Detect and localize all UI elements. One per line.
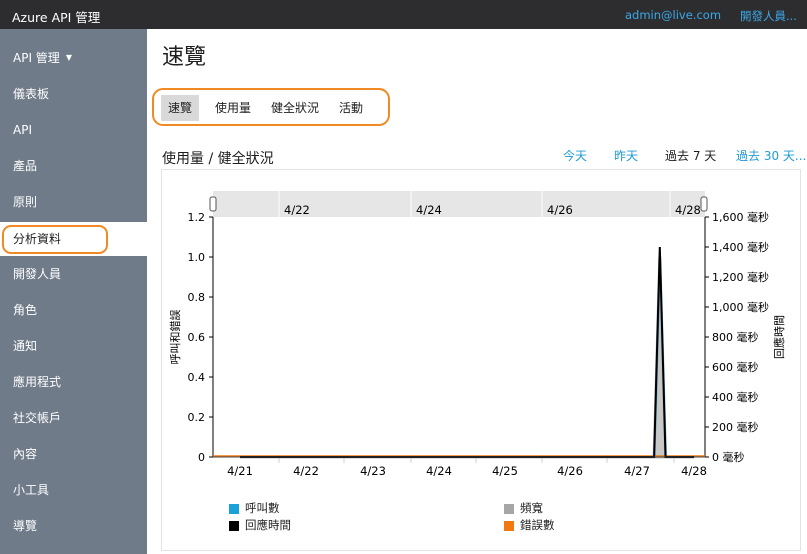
y-tick-label: 0 bbox=[198, 451, 205, 464]
legend-swatch-response-time bbox=[229, 521, 239, 531]
legend-swatch-calls bbox=[229, 504, 239, 514]
developer-portal-link[interactable]: 開發人員... bbox=[740, 8, 797, 24]
x-tick-label: 4/25 bbox=[492, 464, 518, 478]
x-tick-label: 4/21 bbox=[227, 464, 253, 478]
sidebar-item-label: 通知 bbox=[13, 339, 38, 353]
y2-tick-label: 1,000 毫秒 bbox=[712, 300, 769, 314]
sidebar-item-dashboard[interactable]: 儀表板 bbox=[0, 77, 147, 111]
range-today-link[interactable]: 今天 bbox=[563, 147, 587, 164]
section-title: 使用量 / 健全狀況 bbox=[162, 151, 274, 167]
sidebar-item-label: 小工具 bbox=[13, 483, 50, 497]
legend-swatch-bandwidth bbox=[504, 504, 514, 514]
sidebar-item-label: 內容 bbox=[13, 447, 38, 461]
navigator-tick-label: 4/26 bbox=[547, 203, 573, 217]
sidebar-item-products[interactable]: 產品 bbox=[0, 149, 147, 183]
y2-axis-label: 回應時間 bbox=[772, 315, 786, 359]
sidebar-item-roles[interactable]: 角色 bbox=[0, 293, 147, 327]
range-yesterday-link[interactable]: 昨天 bbox=[614, 147, 638, 164]
sidebar-item-content[interactable]: 內容 bbox=[0, 437, 147, 471]
tab-overview[interactable]: 速覽 bbox=[161, 95, 199, 121]
y2-tick-label: 400 毫秒 bbox=[712, 390, 759, 404]
y2-tick-label: 200 毫秒 bbox=[712, 420, 759, 434]
range-last-7-days[interactable]: 過去 7 天 bbox=[665, 147, 716, 164]
x-tick-label: 4/24 bbox=[426, 464, 452, 478]
navigator-tick-label: 4/22 bbox=[284, 203, 310, 217]
sidebar-item-label: API bbox=[13, 123, 32, 137]
user-email-link[interactable]: admin@live.com bbox=[625, 8, 721, 22]
sidebar-item-apis[interactable]: API bbox=[0, 113, 147, 147]
y-tick-label: 1.2 bbox=[188, 211, 206, 224]
legend-label-calls: 呼叫數 bbox=[245, 501, 280, 515]
sidebar-item-label: 開發人員 bbox=[13, 267, 62, 281]
navigator-tick-label: 4/24 bbox=[416, 203, 442, 217]
sidebar: API 管理 ▼ 儀表板 API 產品 原則 分析資料 開發人員 角色 通知 應用… bbox=[0, 29, 147, 554]
sidebar-item-widgets[interactable]: 小工具 bbox=[0, 473, 147, 507]
navigator-left-handle[interactable] bbox=[209, 196, 217, 212]
y-tick-label: 0.2 bbox=[188, 411, 206, 424]
sidebar-item-label: API 管理 bbox=[13, 51, 60, 65]
y-axis-label: 呼叫和錯誤 bbox=[168, 310, 182, 365]
usage-health-chart[interactable]: 4/22 4/24 4/26 4/28 0 0.2 0.4 0.6 0.8 1.0 1.2 0 毫… bbox=[161, 169, 801, 551]
y-tick-label: 1.0 bbox=[188, 251, 206, 264]
navigator-right-handle[interactable] bbox=[700, 196, 708, 212]
navigator-tick-label: 4/28 bbox=[675, 203, 701, 217]
y2-tick-label: 0 毫秒 bbox=[712, 450, 745, 464]
legend-label-errors: 錯誤數 bbox=[520, 518, 555, 532]
x-tick-label: 4/26 bbox=[557, 464, 583, 478]
top-bar: Azure API 管理 admin@live.com 開發人員... bbox=[0, 0, 807, 29]
sidebar-item-policies[interactable]: 原則 bbox=[0, 185, 147, 219]
plot-area bbox=[213, 217, 705, 457]
page-title: 速覽 bbox=[162, 45, 207, 70]
x-tick-label: 4/27 bbox=[624, 464, 650, 478]
y2-tick-label: 600 毫秒 bbox=[712, 360, 759, 374]
legend-label-response-time: 回應時間 bbox=[245, 518, 291, 532]
sidebar-item-applications[interactable]: 應用程式 bbox=[0, 365, 147, 399]
sidebar-item-label: 導覽 bbox=[13, 519, 38, 533]
sidebar-item-label: 角色 bbox=[13, 303, 38, 317]
sidebar-item-social-accounts[interactable]: 社交帳戶 bbox=[0, 401, 147, 435]
y2-tick-label: 800 毫秒 bbox=[712, 330, 759, 344]
caret-down-icon: ▼ bbox=[65, 53, 72, 62]
sidebar-item-label: 社交帳戶 bbox=[13, 411, 62, 425]
sidebar-item-api-management[interactable]: API 管理 ▼ bbox=[0, 41, 147, 75]
app-title: Azure API 管理 bbox=[12, 10, 101, 25]
y2-tick-label: 1,400 毫秒 bbox=[712, 240, 769, 254]
x-tick-label: 4/28 bbox=[681, 464, 707, 478]
tab-usage[interactable]: 使用量 bbox=[210, 95, 256, 121]
analytics-highlight-ring bbox=[2, 225, 108, 254]
range-last-30-days-link[interactable]: 過去 30 天... bbox=[736, 147, 806, 164]
tab-activity[interactable]: 活動 bbox=[334, 95, 368, 121]
sidebar-item-label: 原則 bbox=[13, 195, 38, 209]
x-tick-label: 4/23 bbox=[360, 464, 386, 478]
y-tick-label: 0.8 bbox=[188, 291, 206, 304]
sidebar-item-notifications[interactable]: 通知 bbox=[0, 329, 147, 363]
y-tick-label: 0.4 bbox=[188, 371, 206, 384]
y-tick-label: 0.6 bbox=[188, 331, 206, 344]
legend-label-bandwidth: 頻寬 bbox=[520, 501, 543, 515]
sidebar-item-label: 儀表板 bbox=[13, 87, 50, 101]
sidebar-item-navigation[interactable]: 導覽 bbox=[0, 509, 147, 543]
legend-swatch-errors bbox=[504, 521, 514, 531]
y2-tick-label: 1,200 毫秒 bbox=[712, 270, 769, 284]
sidebar-item-label: 應用程式 bbox=[13, 375, 62, 389]
tab-health[interactable]: 健全狀況 bbox=[266, 95, 324, 121]
sidebar-item-developers[interactable]: 開發人員 bbox=[0, 257, 147, 291]
x-tick-label: 4/22 bbox=[293, 464, 319, 478]
y2-tick-label: 1,600 毫秒 bbox=[712, 210, 769, 224]
sidebar-item-label: 產品 bbox=[13, 159, 38, 173]
